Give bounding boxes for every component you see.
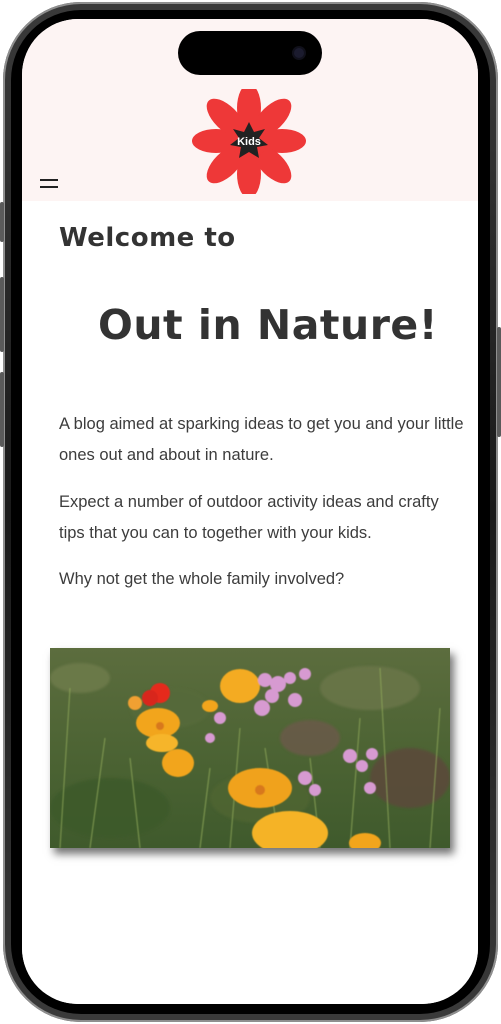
wildflowers-photo xyxy=(50,648,450,848)
dynamic-island xyxy=(178,31,322,75)
camera-icon xyxy=(294,48,304,58)
phone-screen: Kids Welcome to Out in Nature! A blog ai… xyxy=(22,19,478,1004)
volume-up-button xyxy=(0,277,4,352)
action-button xyxy=(0,202,4,242)
intro-paragraph: A blog aimed at sparking ideas to get yo… xyxy=(59,415,464,464)
main-content: Welcome to Out in Nature! A blog aimed a… xyxy=(22,201,478,1004)
welcome-heading: Welcome to xyxy=(59,223,236,253)
activities-paragraph: Expect a number of outdoor activity idea… xyxy=(59,493,439,542)
page-title: Out in Nature! xyxy=(98,301,438,349)
volume-down-button xyxy=(0,372,4,447)
hamburger-menu-icon[interactable] xyxy=(40,179,60,191)
logo-text: Kids xyxy=(237,136,261,148)
family-paragraph: Why not get the whole family involved? xyxy=(59,570,345,588)
kids-logo[interactable]: Kids xyxy=(184,89,314,194)
power-button xyxy=(497,327,501,437)
